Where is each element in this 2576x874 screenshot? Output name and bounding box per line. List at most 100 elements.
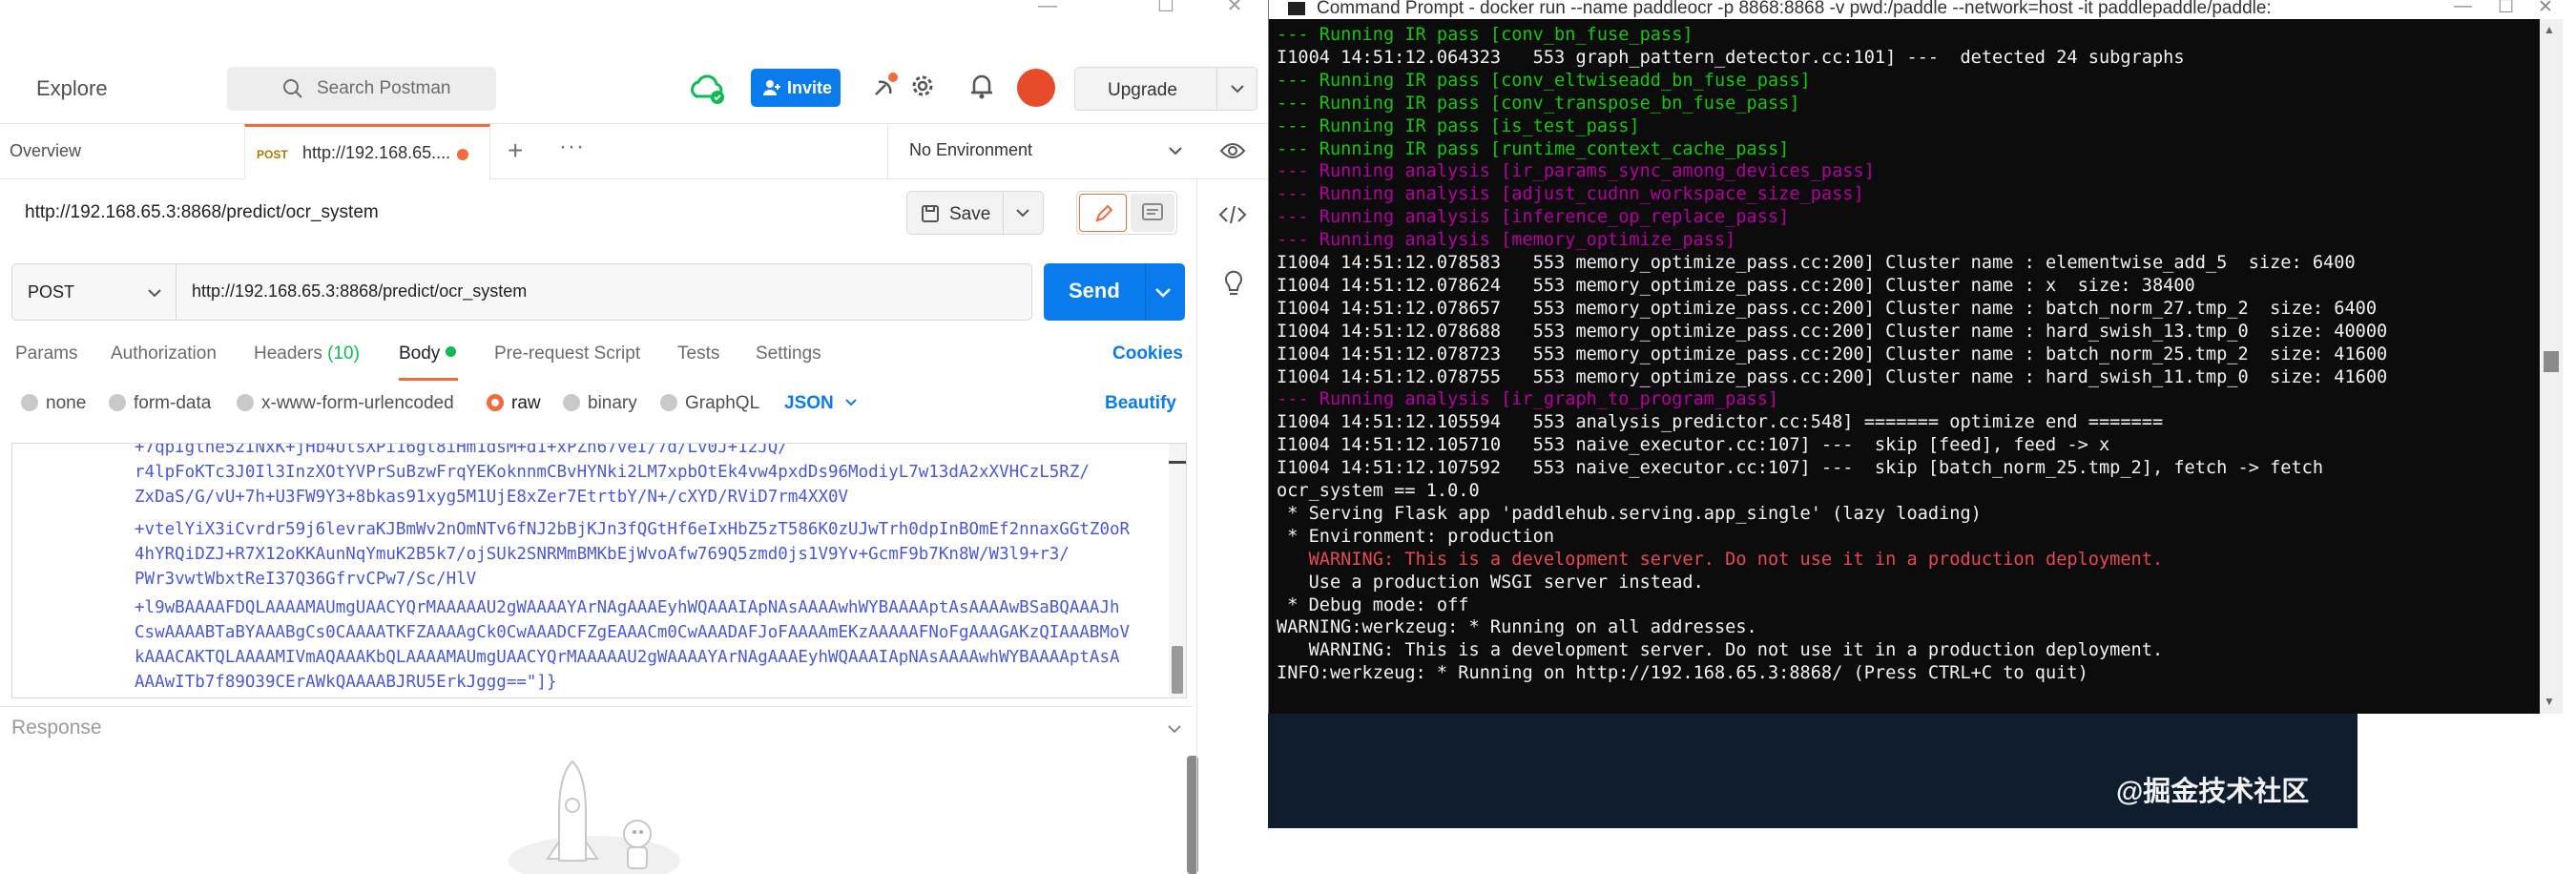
- add-user-icon: [763, 80, 780, 95]
- scroll-down-icon[interactable]: ▼: [2544, 695, 2555, 708]
- terminal-line: WARNING: This is a development server. D…: [1277, 640, 2164, 661]
- chevron-down-icon[interactable]: [1014, 205, 1031, 220]
- terminal-line: * Serving Flask app 'paddlehub.serving.a…: [1277, 503, 1982, 524]
- invite-button[interactable]: Invite: [751, 69, 841, 107]
- send-button[interactable]: Send: [1044, 263, 1185, 321]
- sync-cloud-icon[interactable]: [689, 72, 727, 106]
- edit-button[interactable]: [1079, 194, 1127, 232]
- environment-select[interactable]: No Environment: [887, 124, 1198, 179]
- cmd-window-title: Command Prompt - docker run --name paddl…: [1317, 0, 2271, 18]
- radio-circle: [660, 394, 677, 411]
- body-indicator-dot: [446, 346, 457, 357]
- minimize-icon[interactable]: —: [1009, 0, 1086, 15]
- right-context-bar: [1196, 179, 1268, 874]
- radio-binary[interactable]: binary: [563, 393, 637, 414]
- environment-label: No Environment: [909, 140, 1033, 159]
- divider: [1145, 263, 1146, 321]
- editor-line: PWr3vwtWbxtReI37Q36GfrvCPw7/Sc/HlV: [135, 570, 477, 589]
- terminal-line: --- Running analysis [ir_graph_to_progra…: [1277, 389, 1779, 410]
- rocket-astronaut-illustration: [509, 760, 680, 874]
- pencil-icon: [1095, 204, 1113, 222]
- terminal-line: --- Running IR pass [is_test_pass]: [1277, 115, 1640, 136]
- scroll-marker: [1169, 461, 1186, 464]
- tab-params[interactable]: Params: [15, 343, 77, 364]
- radio-none[interactable]: none: [21, 393, 86, 414]
- language-select[interactable]: JSON: [784, 393, 859, 414]
- url-input[interactable]: [192, 281, 1012, 302]
- response-label: Response: [11, 717, 102, 739]
- tab-authorization[interactable]: Authorization: [111, 343, 217, 364]
- upgrade-button[interactable]: Upgrade: [1074, 67, 1257, 111]
- comments-button[interactable]: [1131, 194, 1174, 232]
- scroll-thumb[interactable]: [1172, 646, 1183, 694]
- bell-icon[interactable]: [966, 70, 998, 102]
- chevron-down-icon[interactable]: [1166, 722, 1183, 736]
- chevron-down-icon[interactable]: [1228, 80, 1247, 97]
- tab-prerequest-script[interactable]: Pre-request Script: [494, 343, 640, 364]
- tab-body[interactable]: Body: [399, 343, 457, 364]
- language-label: JSON: [784, 393, 834, 413]
- lightbulb-icon[interactable]: [1222, 269, 1245, 298]
- more-tabs-icon[interactable]: ···: [559, 134, 585, 160]
- terminal-line: WARNING: This is a development server. D…: [1277, 549, 2164, 570]
- avatar[interactable]: [1017, 69, 1055, 107]
- radio-circle: [487, 394, 504, 411]
- satellite-icon[interactable]: [870, 70, 903, 102]
- editor-line: kAAACAKTQLAAAAMIVmAQAAAKbQLAAAAMAUmgUAAC…: [135, 648, 1120, 667]
- tab-headers-label: Headers: [254, 343, 322, 364]
- new-tab-button[interactable]: +: [508, 135, 523, 166]
- invite-label: Invite: [787, 78, 833, 97]
- scroll-up-icon[interactable]: ▲: [2544, 23, 2555, 36]
- maximize-icon[interactable]: ☐: [1128, 0, 1204, 15]
- body-editor[interactable]: +7qpIgthe52INxK+jHb4UtsXPi16gt8iHm1dsM+d…: [11, 443, 1187, 698]
- tab-overview[interactable]: Overview: [10, 141, 81, 161]
- scroll-thumb[interactable]: [2544, 351, 2559, 372]
- cookies-link[interactable]: Cookies: [1112, 343, 1183, 364]
- chevron-down-icon[interactable]: [1153, 284, 1174, 302]
- method-select[interactable]: POST: [12, 264, 177, 320]
- search-icon: [283, 79, 302, 98]
- editor-line: ZxDaS/G/vU+7h+U3FW9Y3+8bkas91xyg5M1UjE8x…: [135, 488, 849, 507]
- terminal-scrollbar[interactable]: ▲ ▼: [2540, 19, 2563, 714]
- radio-label: raw: [511, 393, 541, 413]
- radio-urlencoded[interactable]: x-www-form-urlencoded: [237, 393, 454, 414]
- maximize-icon[interactable]: ☐: [2498, 0, 2514, 18]
- editor-line: CswAAAABTaBYAAABgCs0CAAAATKFZAAAAgCk0CwA…: [135, 623, 1131, 642]
- radio-raw[interactable]: raw: [487, 393, 541, 414]
- headers-count: (10): [327, 343, 360, 364]
- eye-icon[interactable]: [1219, 139, 1246, 162]
- editor-line: AAAwITb7f89O39CErAWkQAAAABJRU5ErkJggg=="…: [135, 673, 557, 692]
- close-icon[interactable]: ✕: [1196, 0, 1268, 15]
- terminal-line: WARNING:werkzeug: * Running on all addre…: [1277, 617, 1757, 638]
- request-name[interactable]: http://192.168.65.3:8868/predict/ocr_sys…: [25, 202, 379, 223]
- code-icon[interactable]: [1218, 204, 1247, 225]
- request-config-tabs: Params Authorization Headers (10) Body P…: [0, 340, 1193, 382]
- radio-circle: [21, 394, 38, 411]
- tab-settings[interactable]: Settings: [756, 343, 821, 364]
- response-section-header[interactable]: Response: [0, 706, 1193, 750]
- terminal-line: INFO:werkzeug: * Running on http://192.1…: [1277, 663, 2088, 684]
- beautify-link[interactable]: Beautify: [1105, 393, 1176, 414]
- search-box[interactable]: Search Postman: [227, 67, 496, 111]
- terminal-line: --- Running analysis [adjust_cudnn_works…: [1277, 184, 1864, 205]
- tab-tests[interactable]: Tests: [677, 343, 719, 364]
- terminal-line: I1004 14:51:12.105710 553 naive_executor…: [1277, 435, 2110, 456]
- watermark: @掘金技术社区: [2116, 777, 2310, 807]
- terminal-line: I1004 14:51:12.107592 553 naive_executor…: [1277, 458, 2324, 479]
- radio-circle: [563, 394, 580, 411]
- comment-icon: [1142, 203, 1163, 220]
- editor-scrollbar[interactable]: [1169, 444, 1186, 697]
- close-icon[interactable]: ✕: [2538, 0, 2553, 18]
- tab-active-request[interactable]: POST http://192.168.65....: [244, 124, 490, 179]
- terminal-line: ocr_system == 1.0.0: [1277, 481, 1480, 501]
- minimize-icon[interactable]: —: [2454, 0, 2472, 17]
- save-button[interactable]: Save: [906, 191, 1044, 235]
- explore-link[interactable]: Explore: [36, 76, 108, 101]
- radio-label: none: [46, 393, 87, 413]
- gear-icon[interactable]: [906, 70, 939, 102]
- terminal-line: I1004 14:51:12.078688 553 memory_optimiz…: [1277, 321, 2388, 342]
- tab-headers[interactable]: Headers (10): [254, 343, 360, 364]
- radio-graphql[interactable]: GraphQL: [660, 393, 759, 414]
- tab-url: http://192.168.65....: [302, 143, 451, 162]
- radio-form-data[interactable]: form-data: [109, 393, 211, 414]
